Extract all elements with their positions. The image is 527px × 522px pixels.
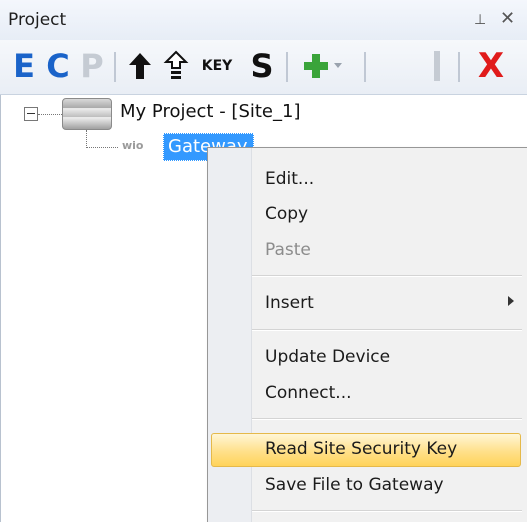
save-button[interactable]: S <box>247 44 277 88</box>
add-icon <box>304 54 328 78</box>
menu-separator <box>252 329 522 331</box>
move-up-icon <box>163 50 189 79</box>
tree-connector <box>38 114 62 115</box>
menu-separator <box>252 418 522 420</box>
tree-connector <box>86 147 118 148</box>
edit-button[interactable]: E <box>10 44 38 88</box>
menu-item-paste[interactable]: Paste <box>265 240 311 260</box>
panel-titlebar: Project ⊥ ✕ <box>0 0 527 40</box>
submenu-arrow-icon <box>508 296 514 306</box>
close-icon[interactable]: ✕ <box>500 8 515 29</box>
tree-root-label[interactable]: My Project - [Site_1] <box>120 101 300 122</box>
divider-icon <box>434 51 440 81</box>
toolbar-separator <box>114 52 116 82</box>
collapse-toggle[interactable] <box>24 107 38 121</box>
dropdown-icon <box>334 63 342 68</box>
add-button[interactable] <box>296 44 336 88</box>
divider-button[interactable] <box>430 44 444 88</box>
menu-item-read-site-security-key[interactable]: Read Site Security Key <box>265 439 457 459</box>
move-up-button[interactable] <box>124 44 156 88</box>
menu-item-insert[interactable]: Insert <box>265 293 314 313</box>
toolbar-separator <box>286 52 288 82</box>
toolbar: E C P KEY S X <box>0 40 527 95</box>
move-top-button[interactable] <box>160 44 192 88</box>
menu-separator <box>252 510 522 512</box>
toolbar-separator <box>458 52 460 82</box>
project-database-icon <box>62 98 112 130</box>
delete-button[interactable]: X <box>476 44 506 88</box>
menu-item-edit[interactable]: Edit... <box>265 169 314 189</box>
pin-icon[interactable]: ⊥ <box>474 12 486 28</box>
context-menu: Edit... Copy Paste Insert Update Device … <box>207 147 527 522</box>
project-panel: Project ⊥ ✕ E C P KEY S X My Project - [… <box>0 0 527 522</box>
up-arrow-icon <box>129 53 151 79</box>
copy-button[interactable]: C <box>44 44 72 88</box>
key-button[interactable]: KEY <box>197 44 237 88</box>
toolbar-separator <box>364 52 366 82</box>
add-dropdown[interactable] <box>332 44 344 88</box>
menu-item-connect[interactable]: Connect... <box>265 383 352 403</box>
menu-item-copy[interactable]: Copy <box>265 204 308 224</box>
menu-item-update-device[interactable]: Update Device <box>265 347 390 367</box>
tree-connector <box>86 130 87 148</box>
device-type-label: wio <box>122 139 144 152</box>
panel-title: Project <box>8 10 67 30</box>
paste-button[interactable]: P <box>78 44 106 88</box>
menu-item-save-file-to-gateway[interactable]: Save File to Gateway <box>265 475 444 495</box>
menu-separator <box>252 275 522 277</box>
